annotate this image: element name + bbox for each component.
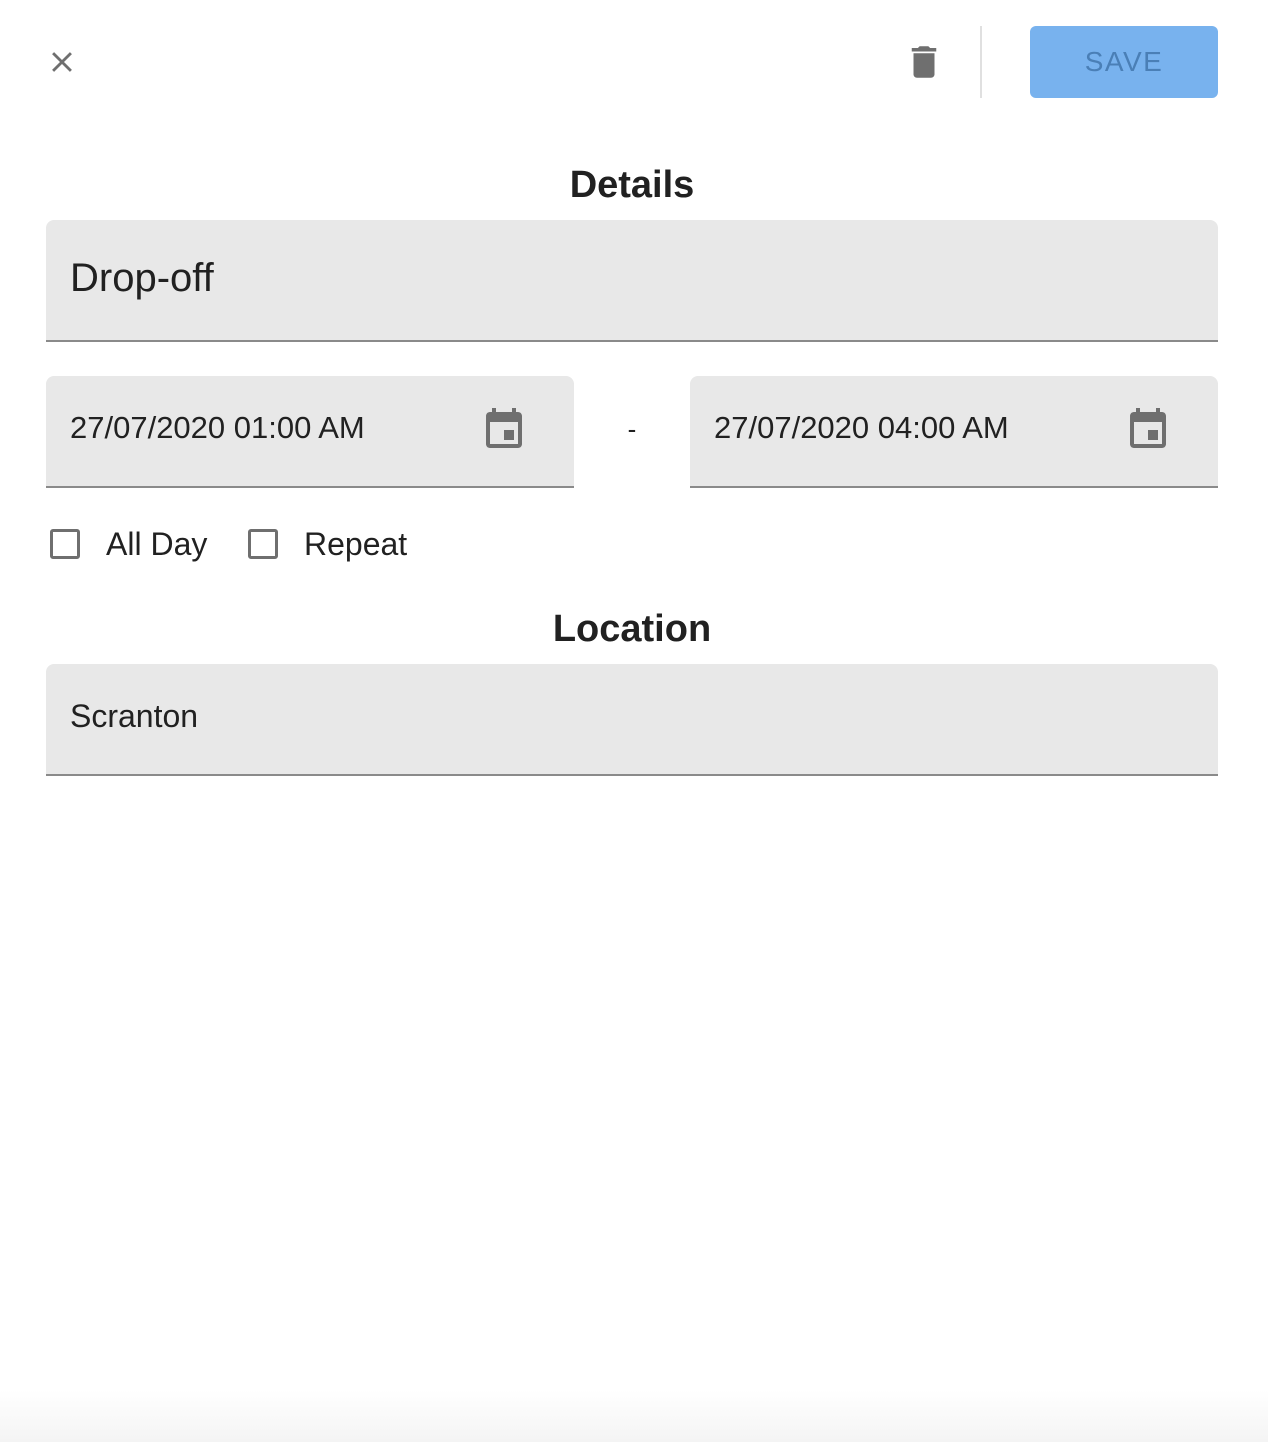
repeat-label: Repeat [304,525,408,562]
toolbar-divider [980,26,982,98]
location-heading: Location [552,608,712,650]
all-day-option[interactable]: All Day [50,522,207,566]
all-day-checkbox[interactable] [50,529,80,559]
all-day-label: All Day [106,525,208,562]
calendar-icon[interactable] [480,406,528,454]
title-value: Drop-off [70,256,214,300]
date-separator: - [627,414,637,444]
repeat-option[interactable]: Repeat [248,522,407,566]
location-value: Scranton [70,698,199,734]
calendar-icon[interactable] [1124,406,1172,454]
save-button[interactable]: SAVE [1030,26,1218,98]
toolbar: SAVE [0,0,1268,124]
delete-button[interactable] [900,38,948,86]
close-icon [52,52,72,72]
end-datetime-value: 27/07/2020 04:00 AM [714,410,1009,445]
event-editor: SAVE Details Drop-off 27/07/2020 01:00 A… [0,0,1268,1442]
start-datetime-value: 27/07/2020 01:00 AM [70,410,365,445]
repeat-checkbox[interactable] [248,529,278,559]
location-field[interactable]: Scranton [46,664,1218,776]
end-datetime-field[interactable]: 27/07/2020 04:00 AM [690,376,1218,488]
close-button[interactable] [38,38,86,86]
details-heading: Details [569,164,695,206]
title-field[interactable]: Drop-off [46,220,1218,342]
trash-icon [911,46,937,78]
start-datetime-field[interactable]: 27/07/2020 01:00 AM [46,376,574,488]
